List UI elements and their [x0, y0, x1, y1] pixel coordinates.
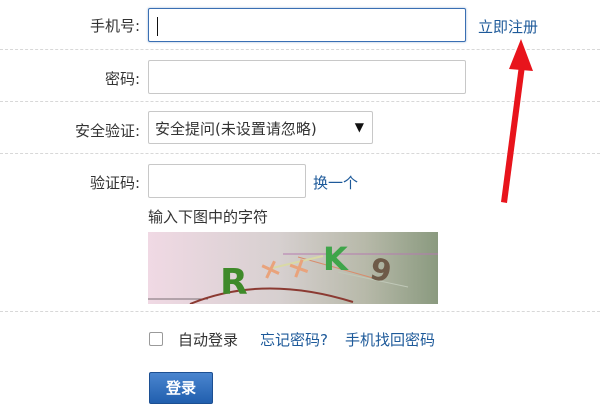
text-caret	[157, 17, 158, 36]
login-button[interactable]: 登录	[149, 372, 213, 404]
captcha-refresh-link[interactable]: 换一个	[313, 172, 358, 193]
captcha-hint: 输入下图中的字符	[148, 208, 269, 226]
auto-login-checkbox[interactable]	[149, 332, 163, 346]
phone-recover-password-link[interactable]: 手机找回密码	[345, 329, 435, 350]
register-link[interactable]: 立即注册	[478, 16, 538, 37]
auto-login-label: 自动登录	[178, 331, 239, 349]
chevron-down-icon: ▼	[354, 120, 364, 134]
forgot-password-link[interactable]: 忘记密码?	[260, 329, 328, 350]
captcha-char: R	[220, 262, 248, 303]
security-question-select[interactable]: 安全提问(未设置请忽略) ▼	[148, 111, 373, 144]
security-question-selected: 安全提问(未设置请忽略)	[155, 120, 317, 138]
row-divider	[0, 311, 600, 312]
row-divider	[0, 101, 600, 102]
captcha-input[interactable]	[148, 164, 306, 198]
phone-input[interactable]	[148, 8, 466, 42]
security-label: 安全验证:	[74, 122, 140, 140]
password-label: 密码:	[104, 70, 140, 88]
password-input[interactable]	[148, 60, 466, 94]
row-divider	[0, 49, 600, 50]
row-divider	[0, 153, 600, 154]
captcha-char: K	[323, 240, 349, 278]
captcha-image[interactable]: R × × K 9	[148, 232, 438, 304]
captcha-label: 验证码:	[89, 174, 140, 192]
phone-label: 手机号:	[89, 17, 140, 35]
